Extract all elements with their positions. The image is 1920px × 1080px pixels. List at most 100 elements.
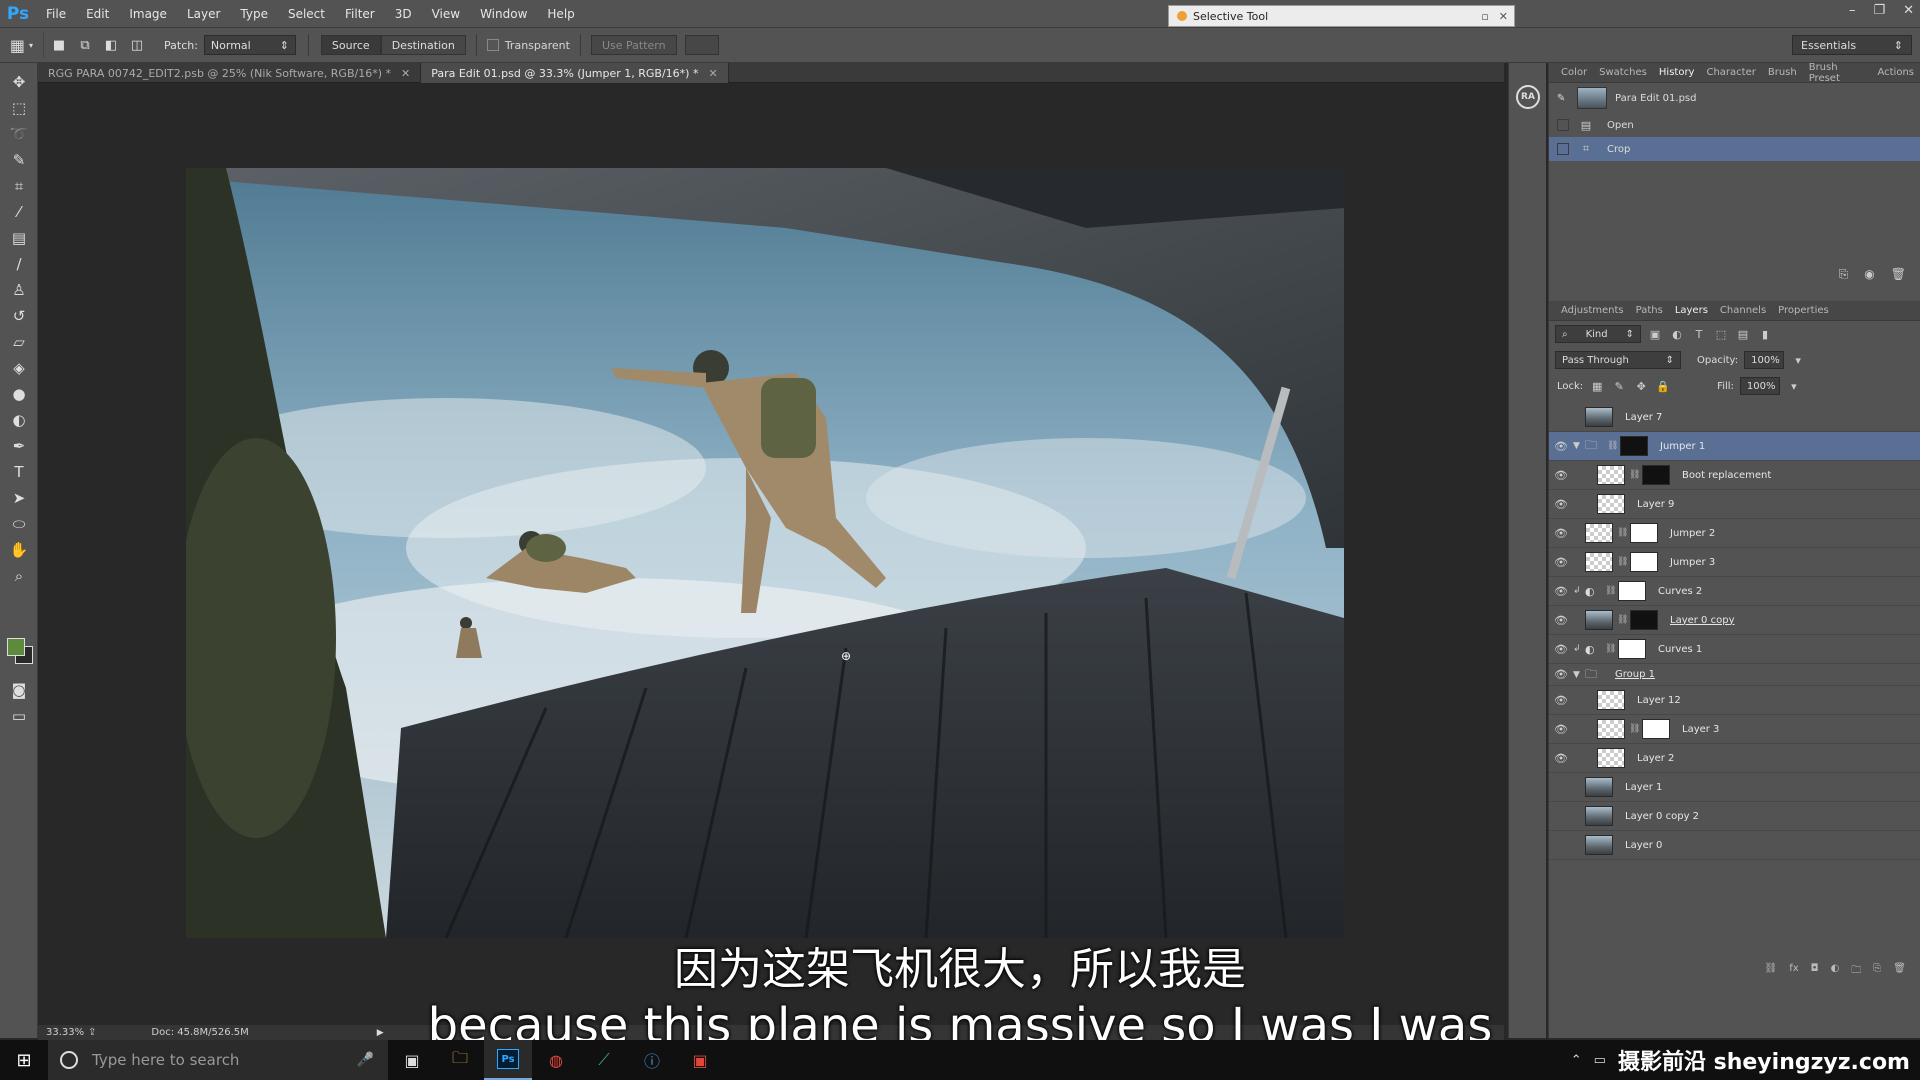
layer-row[interactable]: 👁 ↲ ◐ ⛓ Curves 1	[1549, 635, 1920, 664]
eyedropper-icon[interactable]: ⁄	[0, 199, 38, 225]
layer-row[interactable]: 👁 ▼ 🗀 Group 1	[1549, 664, 1920, 686]
clone-stamp-icon[interactable]: ♙	[0, 277, 38, 303]
tab-history[interactable]: History	[1653, 67, 1701, 78]
history-source-checkbox[interactable]	[1557, 143, 1569, 155]
chevron-down-icon[interactable]: ▾	[1790, 352, 1806, 368]
file-explorer-icon[interactable]: 🗀	[436, 1040, 484, 1080]
filter-kind-select[interactable]: ⌕ Kind ⇕	[1555, 325, 1641, 343]
doc-tab-para-edit[interactable]: Para Edit 01.psd @ 33.3% (Jumper 1, RGB/…	[421, 63, 729, 83]
history-snapshot[interactable]: ✎ Para Edit 01.psd	[1549, 83, 1920, 113]
layer-row[interactable]: Layer 0 copy 2	[1549, 802, 1920, 831]
eye-icon[interactable]: 👁	[1549, 440, 1573, 453]
menu-help[interactable]: Help	[537, 7, 584, 21]
eye-icon[interactable]: 👁	[1549, 643, 1573, 656]
menu-edit[interactable]: Edit	[76, 7, 119, 21]
layer-row[interactable]: 👁 ⛓ Layer 0 copy	[1549, 606, 1920, 635]
path-select-icon[interactable]: ➤	[0, 485, 38, 511]
menu-window[interactable]: Window	[470, 7, 537, 21]
selective-tool-window[interactable]: Selective Tool ▫ ✕	[1168, 5, 1515, 27]
lock-paint-icon[interactable]: ✎	[1611, 378, 1627, 394]
destination-button[interactable]: Destination	[380, 35, 466, 55]
close-window-icon[interactable]: ✕	[1903, 3, 1914, 18]
new-document-from-state-icon[interactable]: ⎘	[1839, 267, 1849, 282]
tab-actions[interactable]: Actions	[1871, 67, 1920, 78]
move-icon[interactable]: ✥	[0, 69, 38, 95]
lock-transparency-icon[interactable]: ▦	[1589, 378, 1605, 394]
eye-icon[interactable]: 👁	[1549, 752, 1573, 765]
new-selection-button[interactable]: ■	[48, 34, 70, 56]
eye-icon[interactable]: 👁	[1549, 668, 1573, 681]
photoshop-taskbar-icon[interactable]: Ps	[484, 1040, 532, 1080]
layer-mask-thumbnail[interactable]	[1618, 639, 1646, 659]
layer-row[interactable]: 👁 Layer 9	[1549, 490, 1920, 519]
menu-view[interactable]: View	[422, 7, 470, 21]
patch-mode-select[interactable]: Normal ⇕	[203, 35, 296, 55]
layer-mask-thumbnail[interactable]	[1630, 610, 1658, 630]
type-icon[interactable]: T	[0, 459, 38, 485]
tab-brush-preset[interactable]: Brush Preset	[1803, 62, 1872, 84]
maximize-icon[interactable]: ▫	[1481, 10, 1488, 23]
lasso-icon[interactable]: ➰	[0, 121, 38, 147]
tab-layers[interactable]: Layers	[1669, 305, 1714, 316]
eraser-icon[interactable]: ▱	[0, 329, 38, 355]
eye-icon[interactable]: 👁	[1549, 585, 1573, 598]
source-button[interactable]: Source	[320, 35, 381, 55]
crop-icon[interactable]: ⌗	[0, 173, 38, 199]
transparent-checkbox[interactable]	[486, 39, 499, 51]
chrome-icon[interactable]: ◍	[532, 1040, 580, 1080]
app-green-icon[interactable]: ⟋	[580, 1040, 628, 1080]
eye-icon[interactable]: 👁	[1549, 469, 1573, 482]
brush-icon[interactable]: ∕	[0, 251, 38, 277]
type-filter-icon[interactable]: T	[1691, 326, 1707, 342]
document-canvas[interactable]: ⊕	[186, 168, 1344, 938]
microphone-icon[interactable]: 🎤	[357, 1052, 374, 1068]
layer-mask-thumbnail[interactable]	[1618, 581, 1646, 601]
menu-filter[interactable]: Filter	[335, 7, 385, 21]
menu-3d[interactable]: 3D	[385, 7, 422, 21]
layer-row[interactable]: Layer 7	[1549, 403, 1920, 432]
layer-mask-thumbnail[interactable]	[1642, 465, 1670, 485]
quick-mask-icon[interactable]: ◙	[0, 677, 38, 703]
tab-color[interactable]: Color	[1555, 67, 1593, 78]
tab-properties[interactable]: Properties	[1772, 305, 1835, 316]
close-icon[interactable]: ✕	[1499, 10, 1508, 23]
windows-start-icon[interactable]: ⊞	[0, 1040, 48, 1080]
layer-row[interactable]: Layer 1	[1549, 773, 1920, 802]
menu-image[interactable]: Image	[119, 7, 177, 21]
subtract-selection-button[interactable]: ◧	[100, 34, 122, 56]
shape-filter-icon[interactable]: ⬚	[1713, 326, 1729, 342]
workspace-select[interactable]: Essentials ⇕	[1792, 35, 1912, 55]
pen-icon[interactable]: ✒	[0, 433, 38, 459]
paint-bucket-icon[interactable]: ◈	[0, 355, 38, 381]
eye-icon[interactable]: 👁	[1549, 527, 1573, 540]
layer-row[interactable]: 👁 ⛓ Jumper 3	[1549, 548, 1920, 577]
tab-channels[interactable]: Channels	[1714, 305, 1772, 316]
layer-row[interactable]: 👁 ⛓ Boot replacement	[1549, 461, 1920, 490]
lock-all-icon[interactable]: 🔒	[1655, 378, 1671, 394]
menu-type[interactable]: Type	[230, 7, 278, 21]
doc-tab-rgg-para[interactable]: RGG PARA 00742_EDIT2.psb @ 25% (Nik Soft…	[38, 63, 422, 83]
layer-mask-thumbnail[interactable]	[1630, 552, 1658, 572]
blend-mode-select[interactable]: Pass Through ⇕	[1555, 351, 1681, 369]
chevron-up-icon[interactable]: ⌃	[1571, 1053, 1582, 1068]
close-tab-icon[interactable]: ✕	[708, 67, 717, 80]
layer-mask-thumbnail[interactable]	[1620, 436, 1648, 456]
info-app-icon[interactable]: ⓘ	[628, 1040, 676, 1080]
ra-icon[interactable]: RA	[1516, 85, 1540, 109]
menu-select[interactable]: Select	[278, 7, 335, 21]
smart-object-filter-icon[interactable]: ▤	[1735, 326, 1751, 342]
tab-paths[interactable]: Paths	[1630, 305, 1669, 316]
layer-row[interactable]: 👁 ⛓ Jumper 2	[1549, 519, 1920, 548]
chevron-down-icon[interactable]: ▾	[1786, 378, 1802, 394]
dodge-icon[interactable]: ◐	[0, 407, 38, 433]
lock-position-icon[interactable]: ✥	[1633, 378, 1649, 394]
expand-triangle-icon[interactable]: ▼	[1573, 670, 1585, 680]
shape-icon[interactable]: ⬭	[0, 511, 38, 537]
eye-icon[interactable]: 👁	[1549, 614, 1573, 627]
eye-icon[interactable]: 👁	[1549, 556, 1573, 569]
quick-select-icon[interactable]: ✎	[0, 147, 38, 173]
history-brush-icon[interactable]: ↺	[0, 303, 38, 329]
restore-icon[interactable]: ❐	[1873, 3, 1885, 18]
use-pattern-button[interactable]: Use Pattern	[590, 35, 677, 55]
eye-icon[interactable]: 👁	[1549, 694, 1573, 707]
